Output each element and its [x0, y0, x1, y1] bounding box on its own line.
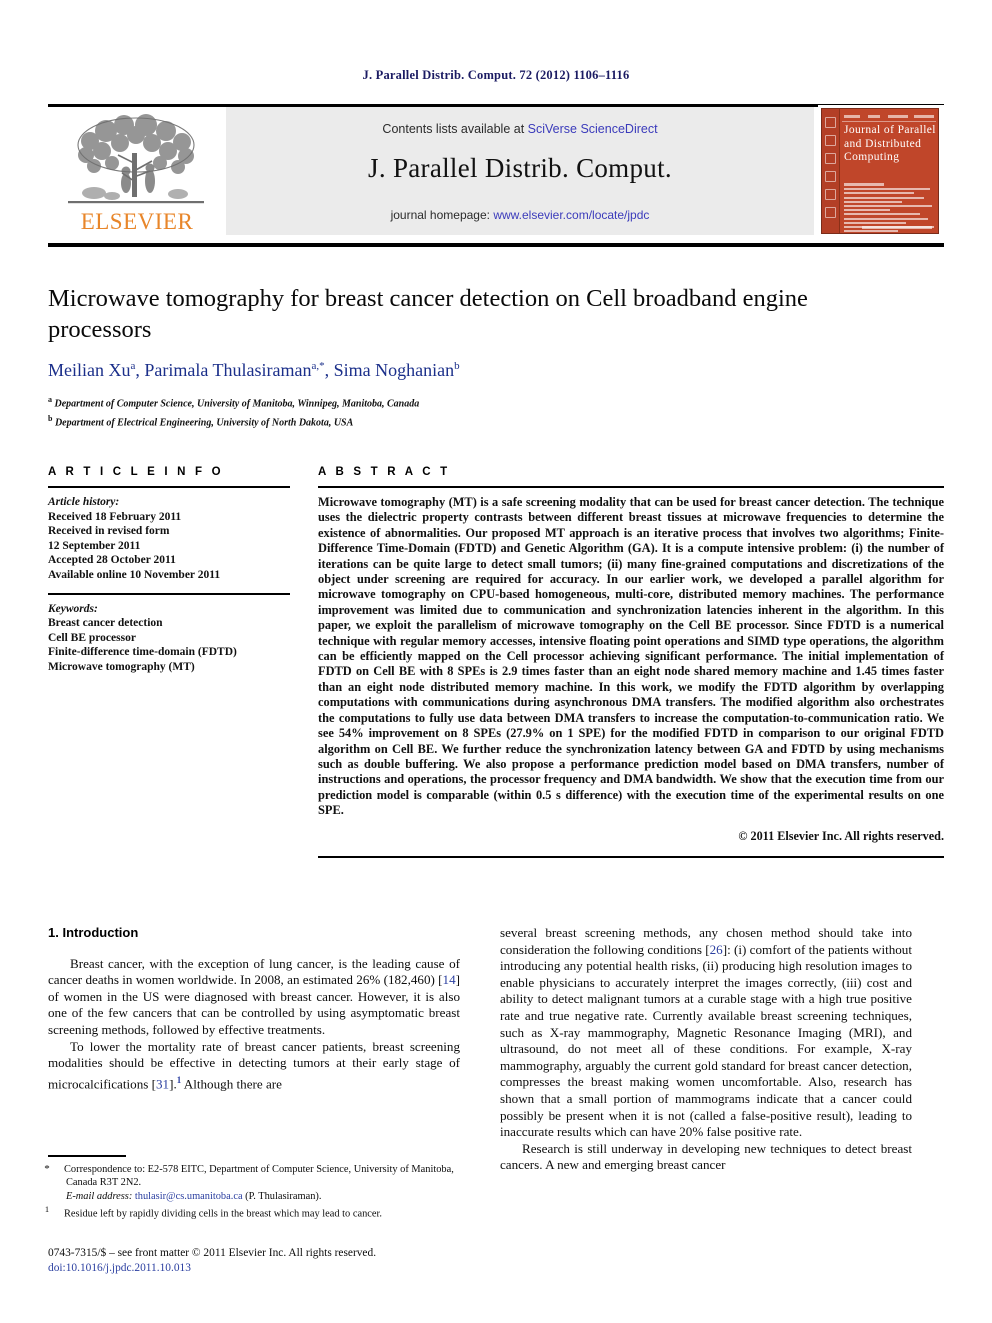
footnote-1-text: Residue left by rapidly dividing cells i…: [64, 1208, 382, 1220]
keywords-rule: [48, 592, 290, 595]
affiliation-b: b Department of Electrical Engineering, …: [48, 411, 878, 430]
masthead: ELSEVIER Contents lists available at Sci…: [48, 105, 944, 237]
history-item: Accepted 28 October 2011: [48, 554, 176, 567]
keyword-item: Cell BE processor: [48, 631, 136, 644]
numbered-footnote-1: 1 Residue left by rapidly dividing cells …: [44, 1203, 462, 1221]
contents-available-line: Contents lists available at SciVerse Sci…: [226, 122, 814, 136]
abstract-bottom-rule: [318, 855, 944, 858]
section-heading-introduction: 1. Introduction: [48, 925, 139, 940]
history-item: Received 18 February 2011: [48, 510, 182, 523]
history-item: Received in revised form: [48, 525, 170, 538]
abstract-column: A B S T R A C T Microwave tomography (MT…: [318, 466, 944, 858]
cover-footer-strip: [862, 226, 932, 229]
email-link[interactable]: thulasir@cs.umanitoba.ca: [135, 1191, 243, 1202]
author-name-1: Meilian Xu: [48, 360, 131, 380]
keywords-label: Keywords:: [48, 602, 98, 615]
contents-prefix: Contents lists available at: [382, 122, 528, 136]
elsevier-tree-icon: [68, 114, 204, 204]
keyword-item: Finite-difference time-domain (FDTD): [48, 646, 237, 659]
author-name-3: Sima Noghanian: [333, 360, 455, 380]
paragraph-text: Although there are: [181, 1076, 282, 1092]
affiliation-a-text: Department of Computer Science, Universi…: [54, 398, 420, 410]
author-affil-marker: a: [130, 360, 136, 372]
citation-ref[interactable]: 31: [156, 1076, 169, 1091]
article-info-heading: A R T I C L E I N F O: [48, 466, 224, 478]
keyword-item: Microwave tomography (MT): [48, 660, 195, 673]
author-list: Meilian Xua, Parimala Thulasiramana,*, S…: [48, 360, 460, 380]
doi-prefix: doi:: [48, 1262, 66, 1274]
author-affil-marker: a,*: [311, 360, 325, 372]
paragraph-text: Breast cancer, with the exception of lun…: [48, 955, 460, 988]
affil-marker-a: a: [48, 395, 52, 404]
abstract-heading: A B S T R A C T: [318, 466, 451, 478]
footnote-number: 1: [44, 1204, 50, 1215]
author-name-2: Parimala Thulasiraman: [144, 360, 312, 380]
email-footnote: E-mail address: thulasir@cs.umanitoba.ca…: [48, 1190, 462, 1203]
asterisk-marker: *: [44, 1163, 50, 1175]
sciencedirect-link[interactable]: SciVerse ScienceDirect: [528, 122, 658, 136]
doi-value[interactable]: 10.1016/j.jpdc.2011.10.013: [66, 1262, 191, 1274]
masthead-bottom-rule: [48, 243, 944, 247]
affiliation-b-text: Department of Electrical Engineering, Un…: [54, 417, 354, 429]
keywords-block: Keywords: Breast cancer detection Cell B…: [48, 602, 290, 675]
affiliations: a Department of Computer Science, Univer…: [48, 392, 878, 431]
affil-marker-b: b: [48, 414, 53, 424]
elsevier-wordmark: ELSEVIER: [80, 209, 194, 234]
abstract-rule: [318, 486, 944, 488]
cover-spine: [822, 109, 840, 233]
article-history-label: Article history:: [48, 496, 120, 508]
paragraph-text: ]: (i) comfort of the patients without i…: [500, 941, 912, 1140]
history-item: 12 September 2011: [48, 539, 141, 552]
masthead-center: Contents lists available at SciVerse Sci…: [226, 107, 814, 235]
author-affil-marker: b: [454, 360, 460, 372]
keyword-item: Breast cancer detection: [48, 617, 163, 630]
cover-header-strip: [842, 113, 936, 122]
correspondence-footnote: * Correspondence to: E2-578 EITC, Departm…: [44, 1163, 462, 1190]
body-column-left: 1. Introduction Breast cancer, with the …: [48, 925, 460, 1093]
citation-ref[interactable]: 14: [443, 972, 456, 987]
page-title: Microwave tomography for breast cancer d…: [48, 285, 808, 343]
paragraph-text: ].: [169, 1076, 177, 1092]
doi-line: doi:10.1016/j.jpdc.2011.10.013: [48, 1261, 478, 1276]
article-info-column: A R T I C L E I N F O Article history: R…: [48, 466, 290, 675]
article-history-block: Article history: Received 18 February 20…: [48, 495, 290, 583]
article-info-rule: [48, 486, 290, 488]
running-head: J. Parallel Distrib. Comput. 72 (2012) 1…: [362, 68, 630, 82]
paragraph: Breast cancer, with the exception of lun…: [48, 956, 460, 1039]
journal-homepage-link[interactable]: www.elsevier.com/locate/jpdc: [493, 208, 649, 222]
history-item: Available online 10 November 2011: [48, 568, 221, 581]
paragraph: several breast screening methods, any ch…: [500, 925, 912, 1141]
body-column-right: several breast screening methods, any ch…: [500, 925, 912, 1174]
citation-ref[interactable]: 26: [710, 942, 723, 957]
homepage-prefix: journal homepage:: [390, 208, 494, 222]
correspondence-text: Correspondence to: E2-578 EITC, Departme…: [64, 1164, 454, 1189]
journal-title: J. Parallel Distrib. Comput.: [368, 153, 672, 183]
paragraph: Research is still underway in developing…: [500, 1140, 912, 1173]
journal-homepage-line: journal homepage: www.elsevier.com/locat…: [226, 208, 814, 222]
footnote-block: * Correspondence to: E2-578 EITC, Departm…: [44, 1163, 462, 1221]
abstract-copyright: © 2011 Elsevier Inc. All rights reserved…: [738, 828, 944, 843]
paragraph: To lower the mortality rate of breast ca…: [48, 1039, 460, 1093]
email-suffix: (P. Thulasiraman).: [245, 1190, 322, 1202]
cover-image: Journal of Parallel and Distributed Comp…: [821, 108, 939, 234]
paper-page: J. Parallel Distrib. Comput. 72 (2012) 1…: [0, 0, 992, 1323]
issn-copyright-line: 0743-7315/$ – see front matter © 2011 El…: [48, 1247, 377, 1259]
cover-title: Journal of Parallel and Distributed Comp…: [844, 124, 936, 163]
email-label: E-mail address:: [66, 1190, 133, 1202]
journal-cover-thumbnail: Journal of Parallel and Distributed Comp…: [818, 105, 944, 237]
affiliation-a: a Department of Computer Science, Univer…: [48, 392, 878, 411]
footnote-separator: [48, 1155, 126, 1157]
elsevier-logo: ELSEVIER: [48, 107, 226, 235]
imprint-block: 0743-7315/$ – see front matter © 2011 El…: [48, 1246, 478, 1276]
abstract-text: Microwave tomography (MT) is a safe scre…: [318, 495, 944, 818]
